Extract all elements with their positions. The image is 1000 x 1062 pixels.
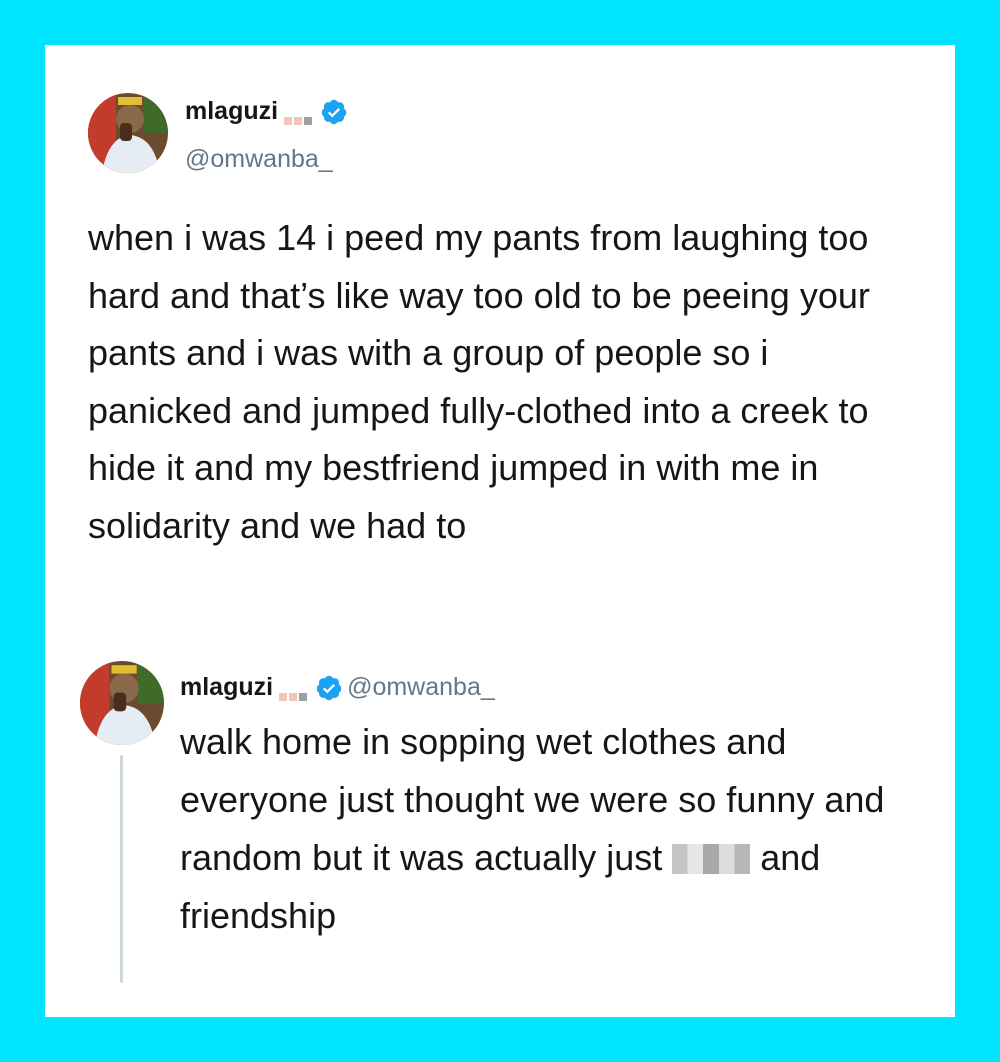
author-handle[interactable]: @omwanba_ [185,145,333,174]
verified-badge-icon [316,675,342,700]
tweet-card: mlaguzi @omwanba_ when i was 14 i peed m… [45,45,955,1017]
author-name[interactable]: mlaguzi [185,97,278,126]
emoji-icon [284,99,313,125]
tweet-header: mlaguzi [185,97,348,126]
avatar[interactable] [88,93,168,173]
reply-text: walk home in sopping wet clothes and eve… [180,713,910,945]
emoji-icon [279,675,308,701]
reply-avatar[interactable] [80,661,164,745]
verified-badge-icon [321,99,347,124]
reply-header: mlaguzi @omwanba_ [180,673,495,702]
reply-author-handle[interactable]: @omwanba_ [347,673,495,702]
censored-word [672,844,751,874]
thread-line [120,755,123,983]
tweet-text: when i was 14 i peed my pants from laugh… [88,217,870,546]
avatar-image [80,661,164,745]
avatar-image [88,93,168,173]
reply-author-name[interactable]: mlaguzi [180,673,273,702]
